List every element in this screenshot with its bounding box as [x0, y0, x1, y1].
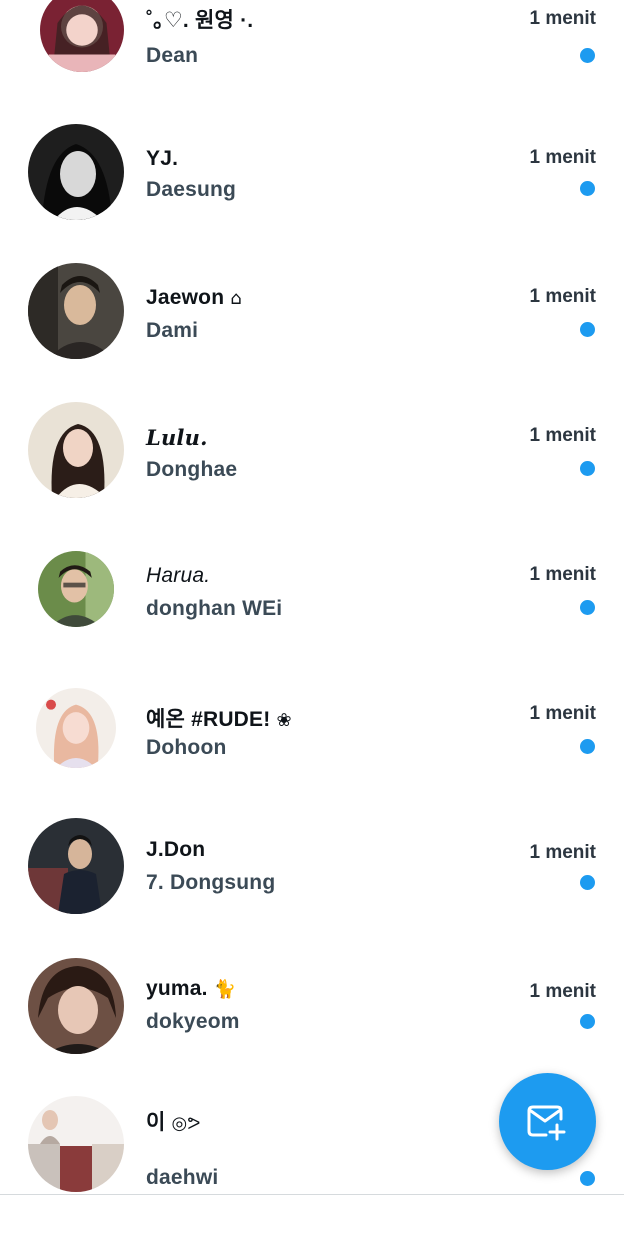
conversation-name: Harua. — [146, 564, 211, 587]
new-message-button[interactable] — [499, 1073, 596, 1170]
unread-indicator-icon — [580, 1014, 595, 1029]
avatar[interactable] — [28, 1096, 124, 1192]
avatar[interactable] — [40, 0, 124, 72]
conversation-row[interactable]: Jaewon ⌂ Dami 1 menit — [0, 260, 624, 399]
conversation-row[interactable]: ˚｡♡. 원영 ·. Dean 1 menit — [0, 0, 624, 121]
avatar[interactable] — [28, 124, 124, 220]
conversation-name: ˚｡♡. 원영 ·. — [146, 9, 254, 32]
unread-indicator-icon — [580, 48, 595, 63]
flower-icon: ❀ — [276, 710, 292, 731]
conversation-name: YJ. — [146, 147, 179, 170]
avatar[interactable] — [36, 688, 116, 768]
conversation-preview: 7. Dongsung — [146, 871, 276, 894]
conversation-name: J.Don — [146, 838, 206, 861]
conversation-time: 1 menit — [529, 147, 596, 168]
new-message-icon — [527, 1105, 566, 1141]
unread-indicator-icon — [580, 1171, 595, 1186]
conversation-row[interactable]: 예온 #RUDE! ❀ Dohoon 1 menit — [0, 677, 624, 816]
unread-indicator-icon — [580, 739, 595, 754]
conversation-preview: daehwi — [146, 1166, 219, 1189]
conversation-row[interactable]: J.Don 7. Dongsung 1 menit — [0, 816, 624, 955]
avatar[interactable] — [28, 958, 124, 1054]
conversation-name: Lulu. — [146, 425, 208, 450]
cat-icon: 🐈 — [213, 979, 237, 1000]
conversation-time: 1 menit — [529, 425, 596, 446]
conversation-name: yuma. 🐈 — [146, 977, 237, 1000]
conversation-preview: Dean — [146, 44, 199, 67]
conversation-row[interactable]: Harua. donghan WEi 1 menit — [0, 538, 624, 677]
unread-indicator-icon — [580, 322, 595, 337]
unread-indicator-icon — [580, 875, 595, 890]
avatar[interactable] — [28, 402, 124, 498]
conversation-name: 이 ◎ᕗ — [146, 1111, 201, 1134]
conversation-row[interactable]: yuma. 🐈 dokyeom 1 menit — [0, 955, 624, 1094]
conversation-time: 1 menit — [529, 703, 596, 724]
house-icon: ⌂ — [230, 288, 242, 309]
conversation-time: 1 menit — [529, 286, 596, 307]
avatar[interactable] — [28, 263, 124, 359]
conversation-preview: Donghae — [146, 458, 238, 481]
conversation-row[interactable]: YJ. Daesung 1 menit — [0, 121, 624, 260]
avatar[interactable] — [38, 551, 114, 627]
conversation-time: 1 menit — [529, 981, 596, 1002]
unread-indicator-icon — [580, 181, 595, 196]
doodle-face-icon: ◎ᕗ — [171, 1113, 201, 1134]
conversation-time: 1 menit — [529, 8, 596, 29]
avatar[interactable] — [28, 818, 124, 914]
conversation-time: 1 menit — [529, 842, 596, 863]
conversation-preview: Dami — [146, 319, 199, 342]
conversation-name: Jaewon ⌂ — [146, 286, 242, 309]
conversation-preview: dokyeom — [146, 1010, 240, 1033]
conversation-row[interactable]: Lulu. Donghae 1 menit — [0, 399, 624, 538]
conversation-preview: donghan WEi — [146, 597, 283, 620]
bottom-divider — [0, 1194, 624, 1195]
unread-indicator-icon — [580, 600, 595, 615]
conversation-preview: Dohoon — [146, 736, 227, 759]
conversation-time: 1 menit — [529, 564, 596, 585]
conversation-preview: Daesung — [146, 178, 237, 201]
conversation-name: 예온 #RUDE! ❀ — [146, 708, 292, 731]
unread-indicator-icon — [580, 461, 595, 476]
